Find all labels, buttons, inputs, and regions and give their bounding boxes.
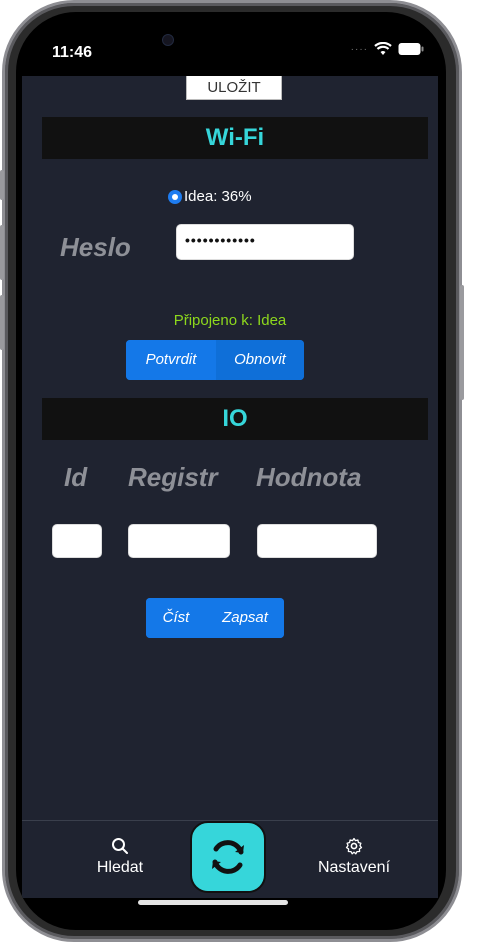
io-button-group: Číst Zapsat bbox=[146, 598, 284, 638]
sync-button[interactable] bbox=[190, 821, 266, 893]
wifi-network-option[interactable]: Idea: 36% bbox=[168, 188, 252, 205]
connection-status: Připojeno k: Idea bbox=[173, 312, 287, 329]
tab-settings-label: Nastavení bbox=[317, 859, 391, 876]
password-label: Heslo bbox=[60, 232, 131, 262]
side-button bbox=[0, 170, 4, 200]
wifi-section-title: Wi-Fi bbox=[42, 117, 428, 159]
confirm-button[interactable]: Potvrdit bbox=[126, 340, 216, 380]
radio-selected-icon[interactable] bbox=[168, 189, 182, 204]
gear-icon bbox=[345, 837, 363, 855]
wifi-network-label: Idea: 36% bbox=[184, 188, 252, 205]
tab-search[interactable]: Hledat bbox=[84, 837, 156, 877]
id-input[interactable] bbox=[52, 524, 102, 558]
value-column-label: Hodnota bbox=[256, 462, 362, 492]
wifi-icon bbox=[374, 42, 392, 55]
password-value: •••••••••••• bbox=[185, 232, 256, 248]
id-column-label: Id bbox=[64, 462, 88, 492]
io-section-title: IO bbox=[42, 398, 428, 440]
password-field[interactable]: •••••••••••• bbox=[176, 224, 354, 260]
sync-icon bbox=[212, 840, 244, 874]
tab-bar: Hledat Nastavení bbox=[22, 820, 438, 898]
read-button[interactable]: Číst bbox=[146, 598, 206, 638]
search-icon bbox=[112, 838, 128, 854]
status-indicators: ···· bbox=[351, 42, 424, 56]
side-button bbox=[0, 295, 4, 350]
refresh-button[interactable]: Obnovit bbox=[216, 340, 304, 380]
write-button[interactable]: Zapsat bbox=[206, 598, 284, 638]
side-button bbox=[0, 225, 4, 280]
app-content: ULOŽIT Wi-Fi Idea: 36% Heslo •••••••••••… bbox=[22, 76, 438, 820]
tab-settings[interactable]: Nastavení bbox=[306, 837, 402, 877]
register-column-label: Registr bbox=[128, 462, 218, 492]
battery-icon bbox=[398, 43, 424, 55]
register-input[interactable] bbox=[128, 524, 230, 558]
wifi-button-group: Potvrdit Obnovit bbox=[126, 340, 304, 380]
side-button bbox=[460, 285, 464, 400]
signal-dots-icon: ···· bbox=[350, 43, 368, 55]
camera-icon bbox=[162, 34, 174, 46]
value-input[interactable] bbox=[257, 524, 377, 558]
screen: 11:46 ···· ULOŽIT Wi-Fi Idea: 36% Heslo … bbox=[16, 12, 446, 930]
home-indicator[interactable] bbox=[138, 900, 288, 905]
tab-search-label: Hledat bbox=[96, 859, 144, 876]
save-button[interactable]: ULOŽIT bbox=[186, 76, 282, 100]
status-time: 11:46 bbox=[52, 44, 93, 61]
